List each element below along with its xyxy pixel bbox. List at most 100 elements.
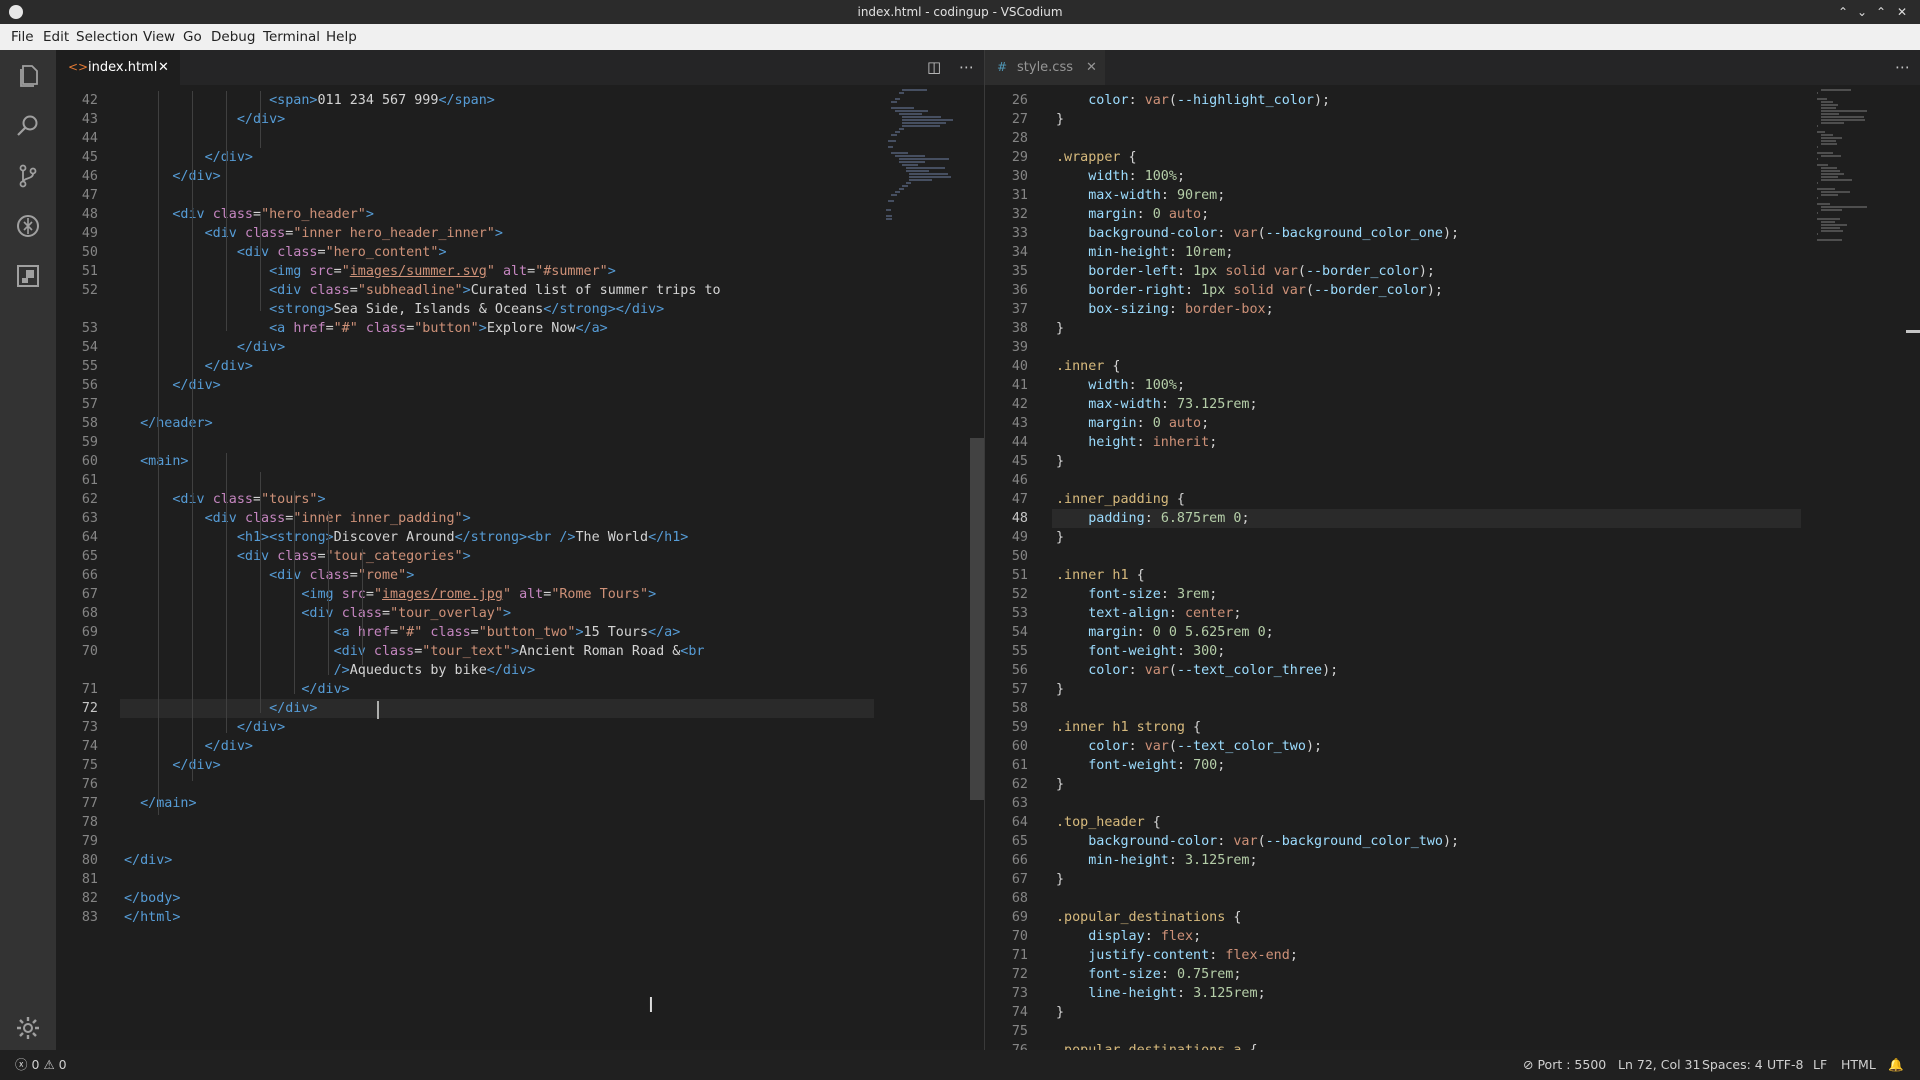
code-line[interactable]: </html>	[124, 908, 180, 927]
menu-file[interactable]: File	[11, 24, 34, 50]
code-line[interactable]: </div>	[124, 110, 285, 129]
code-line[interactable]: </div>	[124, 756, 220, 775]
code-line[interactable]: <a href="#" class="button_two">15 Tours<…	[124, 623, 681, 642]
code-line[interactable]: }	[1056, 528, 1064, 547]
code-line[interactable]: font-size: 3rem;	[1056, 585, 1217, 604]
code-line[interactable]: .wrapper {	[1056, 148, 1137, 167]
problems-status[interactable]: ⓧ 0 ⚠ 0	[15, 1050, 67, 1080]
right-minimap[interactable]	[1813, 85, 1913, 1050]
left-scroll-thumb[interactable]	[970, 438, 984, 800]
code-line[interactable]: color: var(--text_color_three);	[1056, 661, 1338, 680]
code-line[interactable]: <img src="images/summer.svg" alt="#summe…	[124, 262, 616, 281]
code-line[interactable]: font-size: 0.75rem;	[1056, 965, 1241, 984]
settings-icon[interactable]	[14, 1014, 42, 1042]
code-line[interactable]: <strong>Sea Side, Islands & Oceans</stro…	[124, 300, 664, 319]
code-line[interactable]: border-left: 1px solid var(--border_colo…	[1056, 262, 1435, 281]
code-line[interactable]: width: 100%;	[1056, 376, 1185, 395]
code-line[interactable]: </div>	[124, 338, 285, 357]
code-line[interactable]: <div class="inner inner_padding">	[124, 509, 471, 528]
left-minimap[interactable]	[882, 85, 982, 1050]
code-line[interactable]: .inner h1 {	[1056, 566, 1145, 585]
source-control-icon[interactable]	[14, 162, 42, 190]
right-code-area[interactable]: 26 color: var(--highlight_color); 27} 28 29…	[985, 85, 1920, 1050]
code-line[interactable]: }	[1056, 775, 1064, 794]
menu-go[interactable]: Go	[183, 24, 202, 50]
code-line[interactable]: }	[1056, 680, 1064, 699]
code-line[interactable]: </div>	[124, 148, 253, 167]
code-line[interactable]: .top_header {	[1056, 813, 1161, 832]
maximize-icon[interactable]: ⌃	[1872, 0, 1890, 24]
close-tab-icon[interactable]: ✕	[1086, 50, 1097, 85]
code-line[interactable]: <div class="hero_header">	[124, 205, 374, 224]
code-line[interactable]: <div class="tour_text">Ancient Roman Roa…	[124, 642, 705, 661]
code-line[interactable]: max-width: 73.125rem;	[1056, 395, 1257, 414]
code-line[interactable]: text-align: center;	[1056, 604, 1241, 623]
code-line[interactable]: <div class="subheadline">Curated list of…	[124, 281, 720, 300]
live-server-port[interactable]: ⊘ Port : 5500	[1523, 1050, 1606, 1080]
code-line[interactable]: color: var(--highlight_color);	[1056, 91, 1330, 110]
code-line[interactable]: </div>	[124, 376, 220, 395]
end-of-line[interactable]: LF	[1813, 1050, 1827, 1080]
code-line[interactable]: <img src="images/rome.jpg" alt="Rome Tou…	[124, 585, 656, 604]
code-line[interactable]: line-height: 3.125rem;	[1056, 984, 1265, 1003]
code-line[interactable]: }	[1056, 452, 1064, 471]
code-line[interactable]: max-width: 90rem;	[1056, 186, 1225, 205]
window-up-icon[interactable]: ⌃	[1834, 0, 1852, 24]
code-line[interactable]: </div>	[124, 851, 172, 870]
code-line[interactable]: </main>	[124, 794, 196, 813]
code-line[interactable]: <div class="tours">	[124, 490, 325, 509]
code-line[interactable]: border-right: 1px solid var(--border_col…	[1056, 281, 1443, 300]
code-line[interactable]: </body>	[124, 889, 180, 908]
code-line[interactable]: />Aqueducts by bike</div>	[124, 661, 536, 680]
code-line[interactable]: </div>	[124, 357, 253, 376]
right-scroll-thumb[interactable]	[1906, 330, 1920, 333]
code-line[interactable]: .popular_destinations a {	[1056, 1041, 1258, 1050]
code-line[interactable]: width: 100%;	[1056, 167, 1185, 186]
code-line[interactable]: height: inherit;	[1056, 433, 1217, 452]
code-line[interactable]: min-height: 3.125rem;	[1056, 851, 1257, 870]
explorer-icon[interactable]	[14, 62, 42, 90]
code-line[interactable]: <div class="tour_categories">	[124, 547, 471, 566]
more-actions-icon[interactable]: ⋯	[1895, 50, 1910, 85]
right-scrollbar[interactable]	[1906, 85, 1920, 1050]
extensions-icon[interactable]	[14, 262, 42, 290]
code-line[interactable]: <a href="#" class="button">Explore Now</…	[124, 319, 608, 338]
menu-help[interactable]: Help	[326, 24, 357, 50]
code-line[interactable]: </div>	[124, 699, 317, 718]
encoding[interactable]: UTF-8	[1767, 1050, 1803, 1080]
code-line[interactable]: box-sizing: border-box;	[1056, 300, 1273, 319]
code-line[interactable]: color: var(--text_color_two);	[1056, 737, 1322, 756]
code-line[interactable]: justify-content: flex-end;	[1056, 946, 1298, 965]
menu-edit[interactable]: Edit	[43, 24, 69, 50]
code-line[interactable]: <div class="hero_content">	[124, 243, 447, 262]
language-mode[interactable]: HTML	[1841, 1050, 1876, 1080]
notifications-icon[interactable]: 🔔	[1888, 1050, 1904, 1080]
code-line[interactable]: .popular_destinations {	[1056, 908, 1241, 927]
code-line[interactable]: min-height: 10rem;	[1056, 243, 1233, 262]
code-line[interactable]: background-color: var(--background_color…	[1056, 224, 1459, 243]
code-line[interactable]: font-weight: 700;	[1056, 756, 1225, 775]
menu-selection[interactable]: Selection	[76, 24, 138, 50]
minimize-icon[interactable]: ⌄	[1853, 0, 1871, 24]
code-line[interactable]: <span>011 234 567 999</span>	[124, 91, 495, 110]
code-line[interactable]: padding: 6.875rem 0;	[1056, 509, 1249, 528]
code-line[interactable]: margin: 0 auto;	[1056, 414, 1209, 433]
code-line[interactable]: background-color: var(--background_color…	[1056, 832, 1459, 851]
more-actions-icon[interactable]: ⋯	[959, 50, 974, 85]
split-editor-icon[interactable]: ◫	[927, 50, 941, 85]
code-line[interactable]: </header>	[124, 414, 213, 433]
tab-index-html[interactable]: <> index.html ✕	[56, 50, 180, 85]
code-line[interactable]: }	[1056, 870, 1064, 889]
code-line[interactable]: </div>	[124, 167, 220, 186]
code-line[interactable]: margin: 0 0 5.625rem 0;	[1056, 623, 1273, 642]
search-icon[interactable]	[14, 112, 42, 140]
indentation[interactable]: Spaces: 4	[1702, 1050, 1763, 1080]
code-line[interactable]: margin: 0 auto;	[1056, 205, 1209, 224]
code-line[interactable]: }	[1056, 110, 1064, 129]
code-line[interactable]: </div>	[124, 718, 285, 737]
menu-terminal[interactable]: Terminal	[263, 24, 320, 50]
code-line[interactable]: .inner {	[1056, 357, 1121, 376]
close-tab-icon[interactable]: ✕	[158, 50, 169, 85]
code-line[interactable]: }	[1056, 1003, 1064, 1022]
left-code-area[interactable]: 42 <span>011 234 567 999</span> 43 </div>…	[56, 85, 984, 1050]
